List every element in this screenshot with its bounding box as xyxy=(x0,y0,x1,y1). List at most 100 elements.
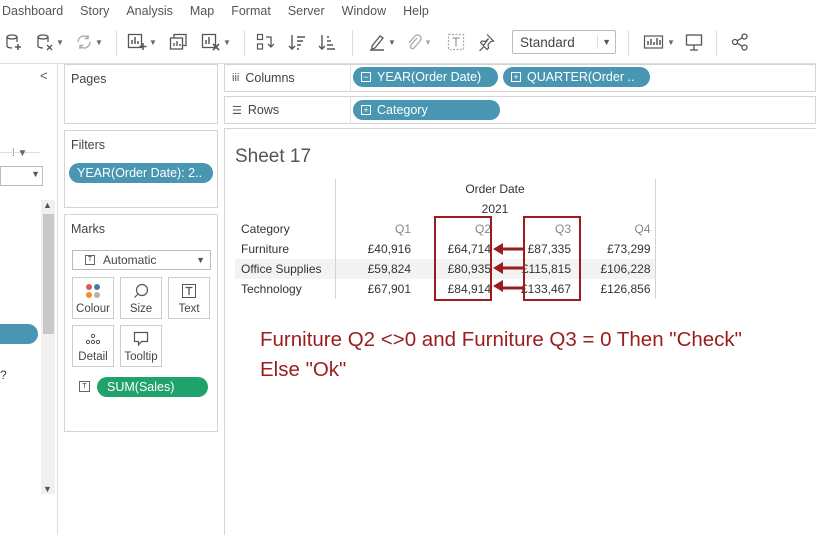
filters-title: Filters xyxy=(71,138,106,152)
mark-type-value: Automatic xyxy=(103,253,157,267)
annotation-line-1: Furniture Q2 <>0 and Furniture Q3 = 0 Th… xyxy=(260,328,742,351)
pill-label: YEAR(Order Date) xyxy=(377,70,482,84)
field-fragment: ? xyxy=(0,368,7,382)
columns-label: iii Columns xyxy=(232,71,295,85)
data-pane-scrollbar[interactable]: ▲ ▼ xyxy=(41,200,55,494)
data-source-menu-icon[interactable]: ▼ xyxy=(34,31,66,53)
shelf-divider xyxy=(350,97,351,123)
view-options-icon[interactable]: ⁞ ▼ xyxy=(12,148,27,159)
filter-pill-year[interactable]: YEAR(Order Date): 2.. xyxy=(69,163,213,183)
chevron-down-icon: ▼ xyxy=(31,169,40,179)
quarter-order-date-pill[interactable]: + QUARTER(Order .. xyxy=(503,67,650,87)
detail-button[interactable]: Detail xyxy=(72,325,114,367)
pin-icon[interactable] xyxy=(476,31,496,53)
text-box-icon xyxy=(182,283,196,299)
q3-highlight-box xyxy=(523,216,581,301)
text-mark-icon: T xyxy=(85,255,95,265)
toolbar-separator xyxy=(116,30,117,56)
colour-dots-icon xyxy=(85,283,101,299)
menu-map[interactable]: Map xyxy=(190,4,214,18)
sort-descending-icon[interactable] xyxy=(316,31,338,53)
pages-card[interactable]: Pages xyxy=(64,64,218,124)
arrow-icon xyxy=(493,280,523,292)
menu-format[interactable]: Format xyxy=(231,4,271,18)
annotation-text: Furniture Q2 <>0 and Furniture Q3 = 0 Th… xyxy=(260,325,742,385)
collapse-pane-icon[interactable]: < xyxy=(40,68,48,83)
size-label: Size xyxy=(129,303,153,315)
expand-icon[interactable]: + xyxy=(511,72,521,82)
chevron-down-icon: ▼ xyxy=(597,35,611,49)
colour-button[interactable]: Colour xyxy=(72,277,114,319)
sort-ascending-icon[interactable] xyxy=(286,31,308,53)
text-label-icon[interactable] xyxy=(446,31,466,53)
scrollbar-thumb[interactable] xyxy=(43,214,54,334)
rows-shelf: ☰ Rows + Category xyxy=(224,96,816,124)
view-canvas: Sheet 17 Order Date 2021 Category Q1 Q2 … xyxy=(224,128,816,535)
arrow-icon xyxy=(493,262,523,274)
collapse-icon[interactable]: − xyxy=(361,72,371,82)
menu-analysis[interactable]: Analysis xyxy=(126,4,173,18)
size-icon xyxy=(133,283,149,299)
presentation-mode-icon[interactable] xyxy=(684,31,704,53)
fit-select-value: Standard xyxy=(520,34,575,50)
tooltip-label: Tooltip xyxy=(124,351,158,363)
scroll-up-icon[interactable]: ▲ xyxy=(43,200,52,210)
chevron-down-icon: ▼ xyxy=(196,255,205,265)
rows-label-text: Rows xyxy=(247,103,280,117)
mark-type-select[interactable]: T Automatic ▼ xyxy=(72,250,211,270)
menu-help[interactable]: Help xyxy=(403,4,429,18)
selected-field-pill[interactable] xyxy=(0,324,38,344)
category-pill[interactable]: + Category xyxy=(353,100,500,120)
menu-dashboard[interactable]: Dashboard xyxy=(2,4,63,18)
menu-story[interactable]: Story xyxy=(80,4,109,18)
menu-server[interactable]: Server xyxy=(288,4,325,18)
text-mark-icon: T xyxy=(79,381,90,392)
refresh-icon[interactable]: ▼ xyxy=(74,31,104,53)
size-button[interactable]: Size xyxy=(120,277,162,319)
tooltip-button[interactable]: Tooltip xyxy=(120,325,162,367)
sum-sales-pill[interactable]: SUM(Sales) xyxy=(97,377,208,397)
colour-label: Colour xyxy=(76,303,110,315)
annotation-line-2: Else "Ok" xyxy=(260,358,347,381)
rows-icon: ☰ xyxy=(232,104,242,117)
fit-select[interactable]: Standard ▼ xyxy=(512,30,616,54)
pill-label: Category xyxy=(377,103,428,117)
q2-highlight-box xyxy=(434,216,492,301)
filter-pill-label: YEAR(Order Date): 2.. xyxy=(77,166,203,180)
toolbar-separator xyxy=(628,30,629,56)
columns-shelf: iii Columns − YEAR(Order Date) + QUARTER… xyxy=(224,64,816,92)
toolbar-separator xyxy=(716,30,717,56)
detail-label: Detail xyxy=(78,351,108,363)
expand-icon[interactable]: + xyxy=(361,105,371,115)
data-pane: < ▼ ⁞ ▼ ▲ ▼ ? xyxy=(0,64,58,535)
share-icon[interactable] xyxy=(730,31,750,53)
toolbar: ▼ ▼ ▼ ▼ ▼ ▼ Standard ▼ ▼ xyxy=(0,22,816,64)
data-source-select[interactable]: ▼ xyxy=(0,166,43,186)
new-worksheet-icon[interactable]: ▼ xyxy=(126,31,158,53)
highlight-pen-icon[interactable]: ▼ xyxy=(364,31,400,53)
pages-title: Pages xyxy=(71,72,107,86)
tooltip-bubble-icon xyxy=(133,331,149,347)
pill-label: QUARTER(Order .. xyxy=(527,70,635,84)
filters-card[interactable]: Filters YEAR(Order Date): 2.. xyxy=(64,130,218,208)
paperclip-icon[interactable]: ▼ xyxy=(404,31,434,53)
scroll-down-icon[interactable]: ▼ xyxy=(43,484,52,494)
toolbar-separator xyxy=(244,30,245,56)
year-order-date-pill[interactable]: − YEAR(Order Date) xyxy=(353,67,498,87)
clear-sheet-icon[interactable]: ▼ xyxy=(198,31,234,53)
shelf-divider xyxy=(350,65,351,91)
marks-card: Marks T Automatic ▼ Colour Size Text Det… xyxy=(64,214,218,432)
new-data-source-icon[interactable] xyxy=(4,31,24,53)
menu-bar: Dashboard Story Analysis Map Format Serv… xyxy=(0,0,816,22)
menu-window[interactable]: Window xyxy=(342,4,386,18)
detail-dots-icon xyxy=(85,331,101,347)
marks-title: Marks xyxy=(71,222,106,236)
swap-rows-columns-icon[interactable] xyxy=(254,31,276,53)
rows-label: ☰ Rows xyxy=(232,103,279,117)
show-me-icon[interactable]: ▼ xyxy=(642,31,676,53)
sum-sales-label: SUM(Sales) xyxy=(107,380,175,394)
text-button[interactable]: Text xyxy=(168,277,210,319)
duplicate-sheet-icon[interactable] xyxy=(168,31,190,53)
toolbar-separator xyxy=(352,30,353,56)
arrow-icon xyxy=(493,243,523,255)
